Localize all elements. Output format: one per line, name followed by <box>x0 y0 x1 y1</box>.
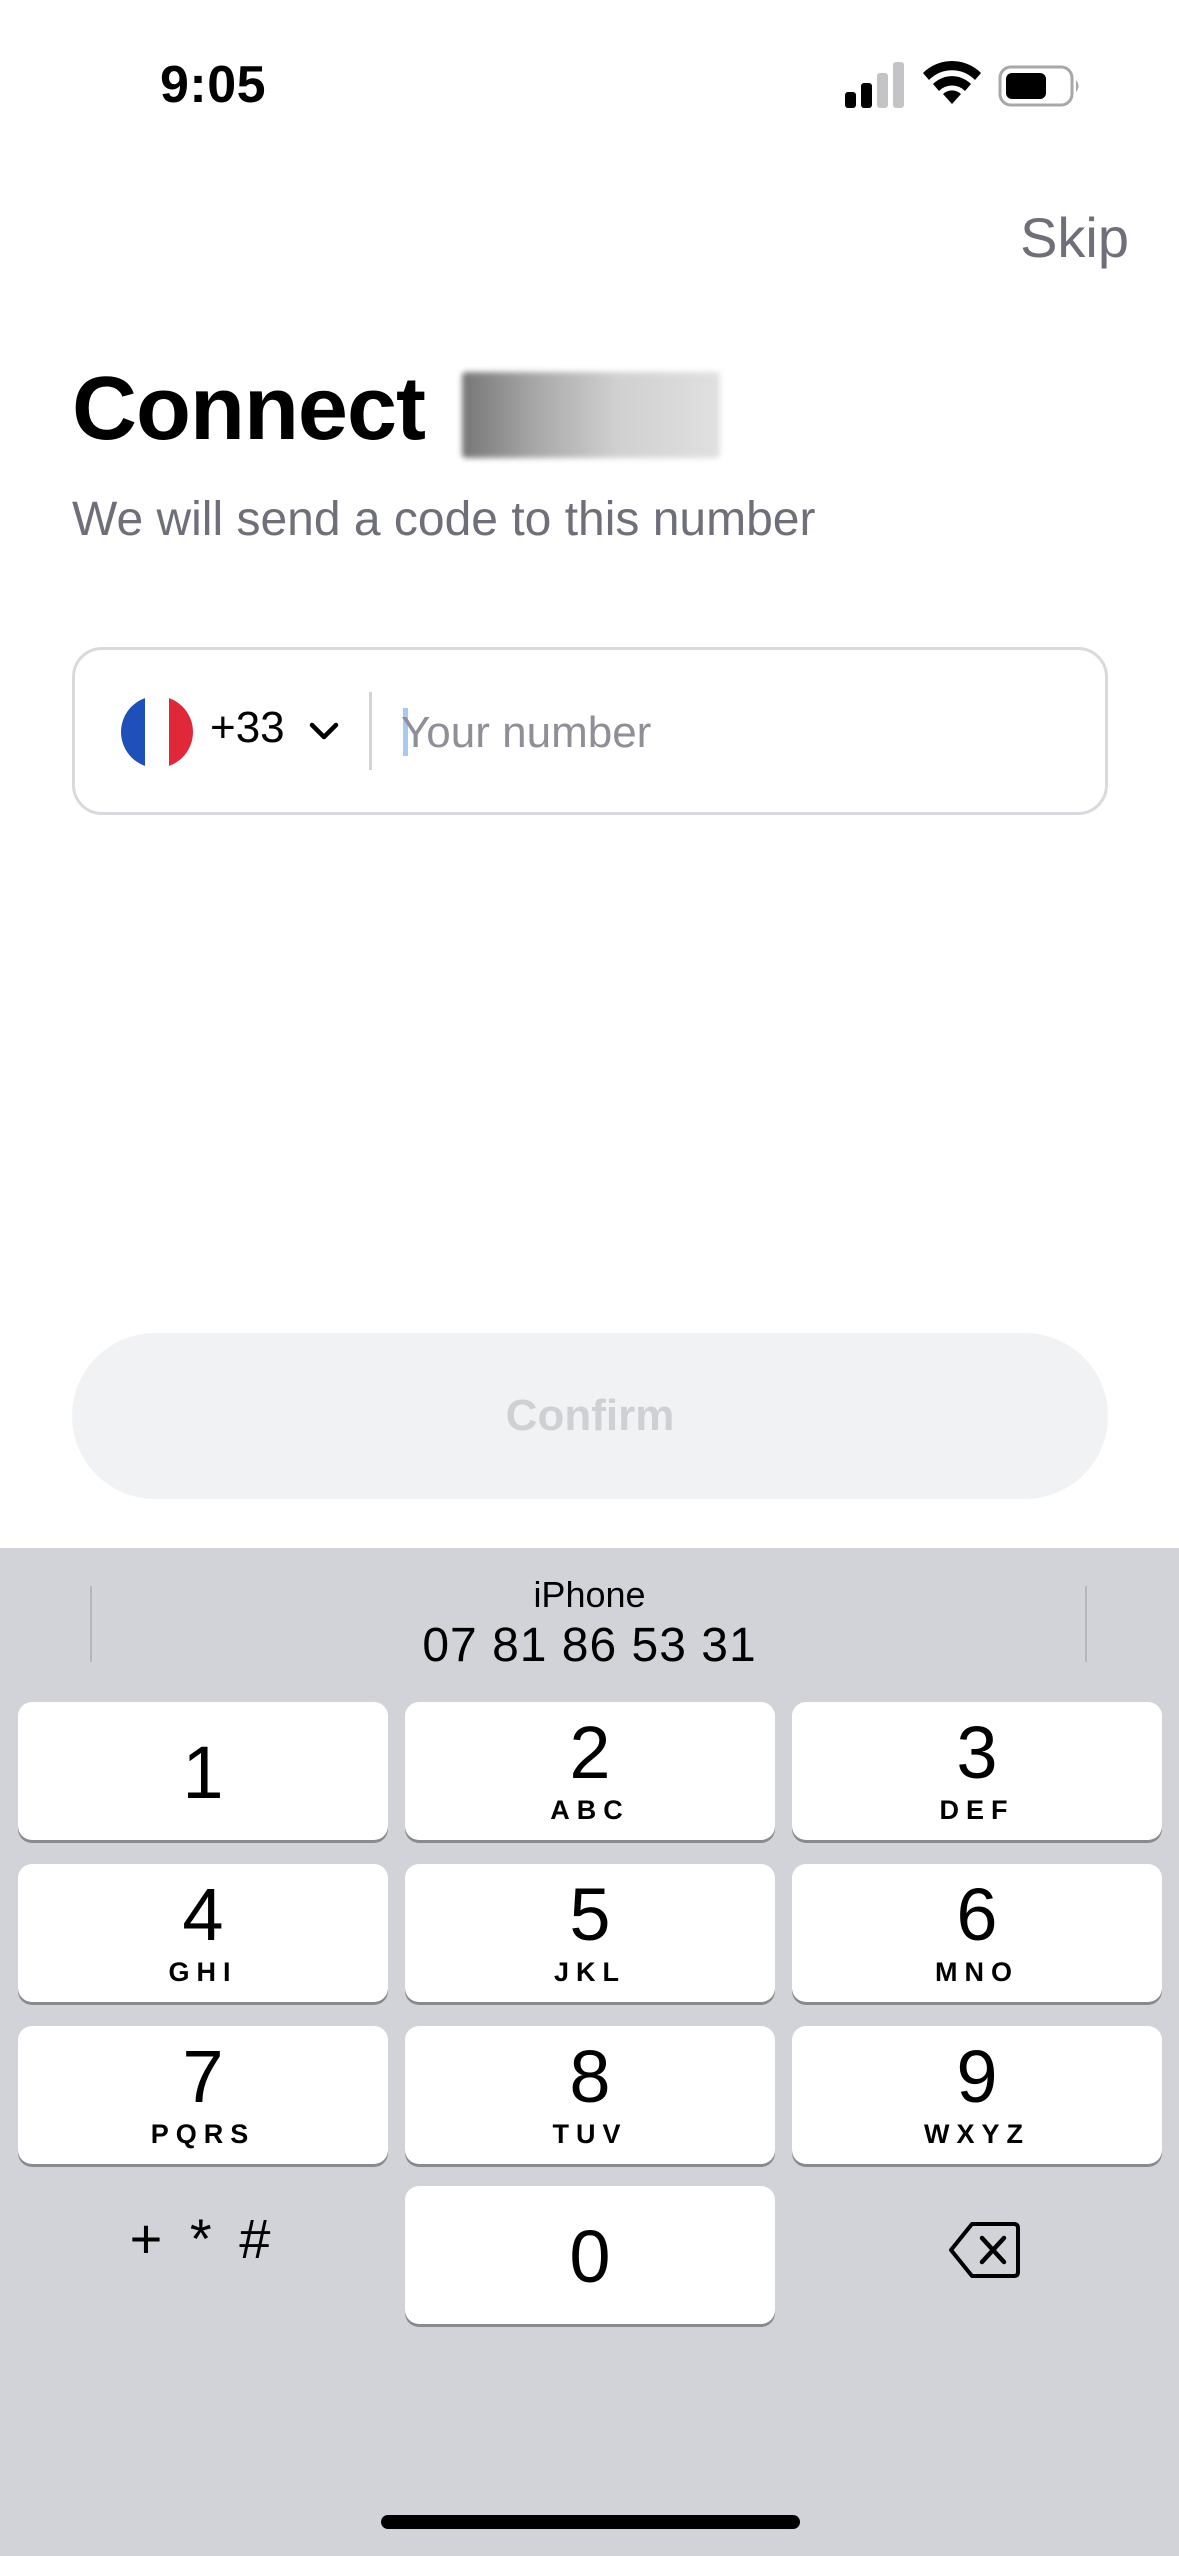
key-digit: 2 <box>569 1711 611 1794</box>
phone-number-input[interactable] <box>401 698 1061 768</box>
key-0[interactable]: 0 <box>405 2186 775 2324</box>
status-bar: 9:05 <box>0 0 1179 170</box>
backspace-icon[interactable] <box>948 2220 1020 2280</box>
key-7[interactable]: 7 PQRS <box>18 2026 388 2164</box>
key-letters: ABC <box>550 1795 630 1825</box>
key-digit: 5 <box>569 1873 611 1956</box>
key-3[interactable]: 3 DEF <box>792 1702 1162 1840</box>
key-8[interactable]: 8 TUV <box>405 2026 775 2164</box>
key-letters: TUV <box>552 2119 628 2149</box>
confirm-button[interactable]: Confirm <box>72 1333 1108 1499</box>
cellular-signal-icon <box>845 62 904 108</box>
field-divider <box>369 692 372 770</box>
home-indicator[interactable] <box>381 2515 800 2529</box>
france-flag-icon[interactable] <box>121 696 193 768</box>
status-time: 9:05 <box>160 56 267 114</box>
key-digit: 6 <box>956 1873 998 1956</box>
battery-icon <box>998 65 1079 107</box>
key-letters: GHI <box>168 1957 238 1987</box>
key-letters: DEF <box>939 1795 1015 1825</box>
skip-button[interactable]: Skip <box>1020 205 1129 270</box>
suggestion-phone-number[interactable]: 07 81 86 53 31 <box>0 1618 1179 1673</box>
key-6[interactable]: 6 MNO <box>792 1864 1162 2002</box>
key-1[interactable]: 1 <box>18 1702 388 1840</box>
wifi-icon <box>923 60 981 104</box>
key-digit: 0 <box>569 2215 611 2298</box>
key-5[interactable]: 5 JKL <box>405 1864 775 2002</box>
key-letters: JKL <box>553 1957 626 1987</box>
key-digit: 9 <box>956 2035 998 2118</box>
chevron-down-icon[interactable] <box>307 714 341 748</box>
key-2[interactable]: 2 ABC <box>405 1702 775 1840</box>
page-title: Connect <box>72 359 426 459</box>
suggestion-label: iPhone <box>533 1574 646 1615</box>
key-digit: 4 <box>182 1873 224 1956</box>
key-digit: 1 <box>182 1731 224 1814</box>
symbols-key[interactable]: + * # <box>18 2170 388 2308</box>
redacted-name-blur <box>462 372 720 458</box>
key-digit: 8 <box>569 2035 611 2118</box>
key-letters: WXYZ <box>924 2119 1030 2149</box>
key-9[interactable]: 9 WXYZ <box>792 2026 1162 2164</box>
phone-number-field[interactable]: +33 <box>72 647 1108 815</box>
country-dial-code[interactable]: +33 <box>210 703 285 753</box>
key-4[interactable]: 4 GHI <box>18 1864 388 2002</box>
key-letters: MNO <box>935 1957 1019 1987</box>
key-letters: PQRS <box>150 2119 256 2149</box>
key-digit: 3 <box>956 1711 998 1794</box>
page-subtitle: We will send a code to this number <box>72 493 816 546</box>
autofill-suggestion-bar[interactable]: iPhone 07 81 86 53 31 <box>0 1548 1179 1678</box>
key-digit: 7 <box>182 2035 224 2118</box>
